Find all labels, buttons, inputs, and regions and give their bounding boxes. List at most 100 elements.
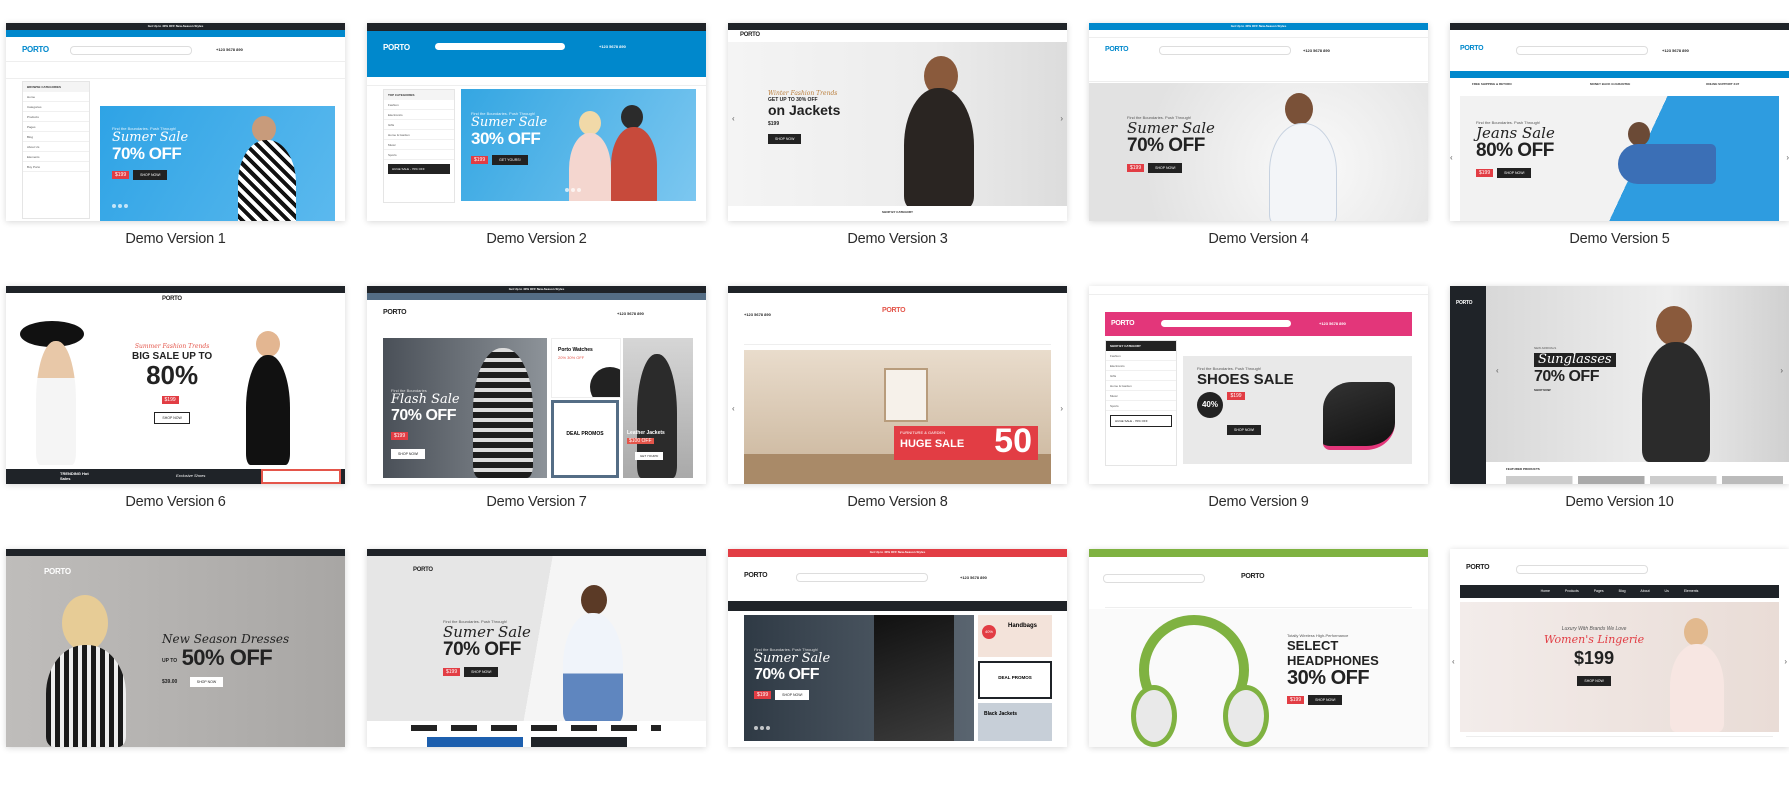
model-image: [46, 645, 126, 747]
demo-card-13[interactable]: Get Up to 40% OFF New-Season Styles PORT…: [728, 549, 1067, 812]
demo-preview-4: Get Up to 40% OFF New-Season Styles PORT…: [1089, 23, 1428, 221]
site-logo: PORTO: [22, 45, 49, 54]
feature-shipping: FREE SHIPPING & RETURN: [1472, 82, 1512, 86]
demo-card-1[interactable]: Get Up to 40% OFF New-Season Styles PORT…: [6, 23, 345, 286]
watch-image: [590, 367, 620, 397]
hero-discount: 70% OFF: [1127, 135, 1205, 156]
promo-topbar: [367, 23, 706, 31]
demo-card-8[interactable]: PORTO +123 5678 890 FURNITURE & GARDEN H…: [728, 286, 1067, 549]
nav-about: About Us: [1640, 589, 1669, 593]
model-image: [36, 341, 76, 465]
site-header: PORTO: [1450, 556, 1789, 580]
feature-bar: [1089, 286, 1428, 295]
demo-card-12[interactable]: PORTO Find the Boundaries. Push Through!…: [367, 549, 706, 812]
demo-card-15[interactable]: PORTO Home Products Pages Blog About Us …: [1450, 549, 1789, 812]
carousel-dots: [112, 195, 130, 213]
model-head: [1628, 122, 1650, 146]
demo-card-2[interactable]: PORTO +123 5678 890 TOP CATEGORIES Fashi…: [367, 23, 706, 286]
jackets-banner: Black Jackets: [978, 703, 1052, 741]
hero-banner: PORTO Find the Boundaries. Push Through!…: [367, 549, 706, 747]
sidebar-item: Home & Garden: [1106, 381, 1176, 391]
site-header: PORTO: [1089, 565, 1428, 589]
price-tag: $199: [1127, 164, 1145, 172]
hero-discount: on Jackets: [768, 102, 841, 118]
demo-card-14[interactable]: PORTO Totally Wireless High-Performance …: [1089, 549, 1428, 812]
price-tag: $199: [391, 432, 409, 440]
hero-subtitle: Winter Fashion Trends: [768, 90, 838, 97]
chevron-right-icon: ›: [1780, 366, 1783, 375]
carousel-dots: [565, 179, 583, 197]
nav-blog: Blog: [1618, 589, 1626, 593]
hero-text: Find the Boundaries. Push Through! Sumer…: [754, 647, 830, 701]
site-header: PORTO: [6, 293, 345, 307]
top-nav: [728, 293, 1067, 300]
sidebar-item: Gifts: [384, 120, 454, 130]
demo-preview-11: PORTO New Season Dresses UP TO 50% OFF $…: [6, 549, 345, 747]
hero-button: SHOP NOW!: [1308, 695, 1343, 705]
phone-number: +123 5678 890: [617, 311, 644, 316]
demo-caption: Demo Version 10: [1565, 494, 1674, 510]
model-head: [1684, 618, 1708, 646]
site-header: PORTO +123 5678 890: [728, 564, 1067, 588]
model-image: [563, 613, 623, 723]
sidebar-item: Fashion: [384, 100, 454, 110]
feature-support: ONLINE SUPPORT 24/7: [1706, 82, 1740, 86]
watches-banner: Porto Watches 20% 30% OFF: [551, 338, 621, 398]
top-nav: [1089, 557, 1428, 564]
price-tag: $199: [112, 171, 130, 179]
demo-card-10[interactable]: PORTO NEW ARRIVALS Sunglasses 70% OFF SH…: [1450, 286, 1789, 549]
model-head: [621, 105, 643, 129]
hero-banner: Summer Fashion Trends BIG SALE UP TO 80%…: [6, 307, 345, 465]
site-logo: PORTO: [1241, 573, 1265, 580]
model-image: [1642, 342, 1710, 462]
hero-banner: Find the Boundaries. Push Through! Sumer…: [100, 106, 335, 221]
demo-card-4[interactable]: Get Up to 40% OFF New-Season Styles PORT…: [1089, 23, 1428, 286]
site-header: PORTO +123 5678 890: [728, 300, 1067, 324]
search-input: [1516, 46, 1648, 55]
hero-banner: FURNITURE & GARDEN HUGE SALE 50: [744, 350, 1051, 484]
sidebar-item: Products: [23, 112, 89, 122]
chevron-left-icon: ‹: [1496, 366, 1499, 375]
demo-card-11[interactable]: PORTO New Season Dresses UP TO 50% OFF $…: [6, 549, 345, 812]
demo-caption: Demo Version 2: [486, 231, 587, 247]
jackets-banner: Leather Jackets $100 OFF GET YOURS!: [623, 338, 693, 478]
phone-number: +123 5678 890: [599, 44, 626, 49]
hero-text: Summer Fashion Trends BIG SALE UP TO 80%…: [132, 343, 212, 424]
demo-card-5[interactable]: PORTO +123 5678 890 FREE SHIPPING & RETU…: [1450, 23, 1789, 286]
phone-number: +123 5678 890: [1319, 321, 1346, 326]
deal-title: DEAL PROMOS: [566, 431, 604, 437]
demo-card-7[interactable]: Get Up to 40% OFF New-Season Styles PORT…: [367, 286, 706, 549]
chevron-left-icon: ‹: [732, 114, 735, 123]
handbags-discount: 40%: [982, 625, 996, 639]
top-nav: [728, 557, 1067, 564]
demo-preview-15: PORTO Home Products Pages Blog About Us …: [1450, 549, 1789, 747]
deal-banner: DEAL PROMOS: [978, 661, 1052, 699]
handbags-banner: 40% Handbags: [978, 615, 1052, 657]
site-logo: PORTO: [744, 572, 768, 579]
hero-discount: 70% OFF: [1534, 368, 1599, 385]
demo-caption: Demo Version 1: [125, 231, 226, 247]
demo-caption: Demo Version 4: [1208, 231, 1309, 247]
sidebar-item: Buy Porto: [23, 162, 89, 172]
feature-bar: [1466, 736, 1773, 745]
hero-discount: 50% OFF: [181, 645, 273, 670]
site-logo: PORTO: [740, 32, 760, 38]
sidebar-item: Home: [23, 92, 89, 102]
hero-title: SHOES SALE: [1197, 371, 1294, 388]
demo-card-3[interactable]: PORTO Winter Fashion Trends GET UP TO 30…: [728, 23, 1067, 286]
demo-preview-10: PORTO NEW ARRIVALS Sunglasses 70% OFF SH…: [1450, 286, 1789, 484]
demo-card-6[interactable]: PORTO Summer Fashion Trends BIG SALE UP …: [6, 286, 345, 549]
hero-banner: Totally Wireless High-Performance SELECT…: [1089, 609, 1428, 747]
promo-topbar: [728, 23, 1067, 30]
carousel-dots: [754, 717, 772, 735]
promo-shoes: Exclusive Shoes: [176, 473, 206, 478]
category-sidebar: SHOP BY CATEGORY Fashion Electronics Gif…: [1105, 340, 1177, 466]
headphones-cup: [1131, 685, 1177, 747]
chevron-left-icon: ‹: [1452, 657, 1455, 666]
demo-card-9[interactable]: PORTO +123 5678 890 SHOP BY CATEGORY Fas…: [1089, 286, 1428, 549]
model-head: [579, 111, 601, 135]
search-input: [70, 46, 192, 55]
chevron-left-icon: ‹: [732, 404, 735, 413]
hero-banner: Find the Boundaries. Push Through! Sumer…: [461, 89, 696, 201]
top-nav: [1089, 295, 1428, 302]
